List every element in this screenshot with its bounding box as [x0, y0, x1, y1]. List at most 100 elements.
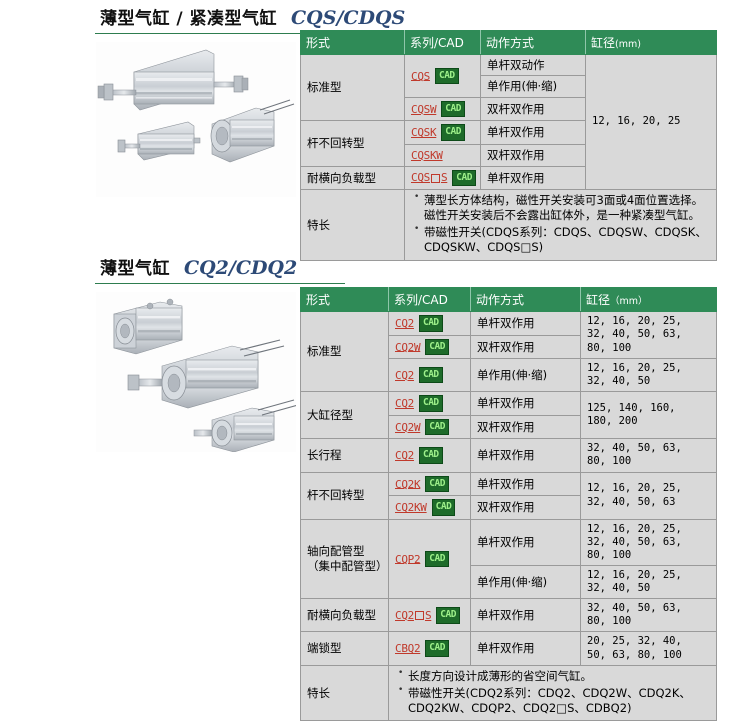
cell-form-lateral-load: 耐横向负载型 [300, 165, 405, 190]
cell-series-cq2: CQ2 CAD [388, 311, 471, 336]
spec-table-cqs: 形式 系列/CAD 动作方式 缸径(mm) 标准型 CQS CAD 单杆双动作 1… [300, 30, 717, 261]
cell-features: 长度方向设计成薄形的省空间气缸。 带磁性开关(CDQ2系列：CDQ2、CDQ2W… [388, 664, 717, 721]
series-link-cq2[interactable]: CQ2 [395, 449, 414, 462]
series-link-cq2[interactable]: CQ2 [395, 369, 414, 382]
cell-action: 单杆双作用 [470, 471, 581, 496]
feature-item: 带磁性开关(CDQ2系列：CDQ2、CDQ2W、CDQ2K、CDQ2KW、CDQ… [398, 685, 710, 716]
section-title-en-cq2: CQ2/CDQ2 [184, 257, 298, 279]
cell-bore-sizes: 20, 25, 32, 40, 50, 63, 80, 100 [580, 631, 717, 666]
cell-form-axial-piping: 轴向配管型 （集中配管型） [300, 518, 389, 600]
series-link-cqsw[interactable]: CQSW [411, 103, 437, 116]
cell-series-cq2-s: CQ2 S CAD [388, 598, 471, 633]
section-title-cq2: 薄型气缸 CQ2/CDQ2 [95, 254, 345, 284]
cad-badge[interactable]: CAD [425, 640, 449, 657]
cell-series-cq2k: CQ2K CAD [388, 471, 471, 496]
col-header-bore: 缸径（mm） [580, 287, 717, 312]
table-row: 标准型 CQS CAD 单杆双动作 12, 16, 20, 25 [300, 53, 717, 190]
cad-badge[interactable]: CAD [441, 124, 465, 141]
square-symbol-icon [414, 611, 424, 621]
cylinder-illustration-cqs [97, 49, 295, 163]
series-link-cq2[interactable]: CQ2 [395, 397, 414, 410]
cell-series-cq2-long: CQ2 CAD [388, 438, 471, 473]
table-header-row-cq2: 形式 系列/CAD 动作方式 缸径（mm） [300, 287, 717, 312]
series-link-cq2w[interactable]: CQ2W [395, 340, 421, 353]
cell-bore-sizes: 12, 16, 20, 25, 32, 40, 50, 63, 80, 100 [580, 311, 717, 359]
cell-series-cq2kw: CQ2KW CAD [388, 495, 471, 520]
cad-badge[interactable]: CAD [425, 475, 449, 492]
cell-form-long-stroke: 长行程 [300, 438, 389, 473]
cell-bore-sizes: 12, 16, 20, 25, 32, 40, 50 [580, 564, 717, 600]
col-header-action: 动作方式 [480, 30, 586, 55]
cell-bore-sizes: 12, 16, 20, 25, 32, 40, 50, 63 [580, 471, 717, 520]
cell-action: 单杆双作用 [480, 165, 586, 190]
cad-badge[interactable]: CAD [431, 499, 456, 516]
series-link-cbq2[interactable]: CBQ2 [395, 642, 421, 655]
cell-action: 双杆双作用 [470, 334, 581, 359]
cell-form-standard: 标准型 [300, 310, 389, 393]
cell-bore-sizes: 12, 16, 20, 25 [585, 54, 717, 190]
feature-item: 薄型长方体结构，磁性开关安装可3面或4面位置选择。磁性开关安装后不会露出缸体外，… [414, 192, 710, 223]
series-link-cq2w[interactable]: CQ2W [395, 421, 421, 434]
cell-action: 双杆双作用 [470, 414, 581, 440]
cad-badge[interactable]: CAD [452, 169, 476, 186]
cell-features: 薄型长方体结构，磁性开关安装可3面或4面位置选择。磁性开关安装后不会露出缸体外，… [404, 189, 717, 261]
cell-action: 单杆双作用 [470, 438, 581, 473]
cell-series-cqs-s: CQS S CAD [404, 165, 481, 190]
cell-series-cq2w: CQ2W CAD [388, 334, 471, 359]
table-row: 端锁型 CBQ2 CAD 单杆双作用 20, 25, 32, 40, 50, 63… [300, 631, 717, 666]
cell-action: 单作用(伸·缩) [480, 75, 586, 98]
series-link-cq2k[interactable]: CQ2K [395, 477, 421, 490]
cell-action: 单杆双作用 [470, 631, 581, 666]
cell-features-label: 特长 [300, 189, 405, 261]
series-link-cqs[interactable]: CQS [411, 69, 430, 82]
section-title-en-cqs: CQS/CDQS [291, 7, 406, 29]
series-link-cqskw[interactable]: CQSKW [411, 149, 443, 162]
cylinder-illustration-cq2 [113, 298, 296, 452]
cell-series-cq2-large: CQ2 CAD [388, 391, 471, 416]
cell-bore-sizes: 32, 40, 50, 63, 80, 100 [580, 438, 717, 473]
series-link-cqsk[interactable]: CQSK [411, 126, 437, 139]
cad-badge[interactable]: CAD [441, 100, 465, 118]
cell-series-cq2-single: CQ2 CAD [388, 357, 471, 393]
cell-action: 单杆双作用 [470, 518, 581, 566]
table-row: 长行程 CQ2 CAD 单杆双作用 32, 40, 50, 63, 80, 100 [300, 438, 717, 473]
cad-badge[interactable]: CAD [436, 607, 460, 624]
cell-form-end-lock: 端锁型 [300, 631, 389, 666]
series-link-cq2kw[interactable]: CQ2KW [395, 501, 427, 514]
series-link-cqs-s[interactable]: CQS S [411, 171, 448, 184]
table-row: 轴向配管型 （集中配管型） CQP2 CAD 单杆双作用 12, 16, 20, … [300, 518, 717, 600]
title-divider-cq2 [95, 283, 345, 284]
feature-item: 长度方向设计成薄形的省空间气缸。 [398, 668, 710, 684]
cad-badge[interactable]: CAD [425, 338, 449, 355]
cad-badge[interactable]: CAD [434, 67, 459, 85]
table-row-features: 特长 薄型长方体结构，磁性开关安装可3面或4面位置选择。磁性开关安装后不会露出缸… [300, 189, 717, 261]
cad-badge[interactable]: CAD [418, 395, 443, 412]
series-link-cq2-s[interactable]: CQ2 S [395, 609, 432, 622]
section-title-cn-cq2: 薄型气缸 [100, 259, 170, 279]
cad-badge[interactable]: CAD [425, 550, 449, 568]
cell-series-cqsw: CQSW CAD [404, 96, 481, 122]
series-link-cqp2[interactable]: CQP2 [395, 552, 421, 565]
cad-badge[interactable]: CAD [418, 366, 443, 384]
table-row-features: 特长 长度方向设计成薄形的省空间气缸。 带磁性开关(CDQ2系列：CDQ2、CD… [300, 664, 717, 721]
series-link-cq2[interactable]: CQ2 [395, 317, 414, 330]
table-row: 杆不回转型 CQ2K CAD 单杆双作用 12, 16, 20, 25, 32, … [300, 471, 717, 520]
cad-badge[interactable]: CAD [418, 315, 443, 332]
cell-action: 双杆双作用 [480, 143, 586, 167]
cell-form-large-bore: 大缸径型 [300, 391, 389, 440]
table-row: 耐横向负载型 CQ2 S CAD 单杆双作用 32, 40, 50, 63, 80,… [300, 598, 717, 633]
cell-series-cqsk: CQSK CAD [404, 120, 481, 145]
cell-series-cbq2: CBQ2 CAD [388, 631, 471, 666]
cell-action: 单作用(伸·缩) [470, 564, 581, 600]
product-photo-cqs [96, 42, 296, 197]
table-header-row-cqs: 形式 系列/CAD 动作方式 缸径(mm) [300, 30, 717, 55]
cell-series-cqp2: CQP2 CAD [388, 518, 471, 600]
cell-action: 单杆双作用 [470, 311, 581, 336]
cad-badge[interactable]: CAD [425, 418, 449, 436]
catalog-page: 薄型气缸 / 紧凑型气缸 CQS/CDQS 形式 系列/CAD 动作方式 缸径(… [0, 0, 744, 721]
cell-bore-sizes: 125, 140, 160, 180, 200 [580, 391, 717, 440]
cell-bore-sizes: 12, 16, 20, 25, 32, 40, 50, 63, 80, 100 [580, 518, 717, 566]
cell-bore-sizes: 12, 16, 20, 25, 32, 40, 50 [580, 357, 717, 393]
col-header-series-cad: 系列/CAD [388, 287, 471, 312]
cad-badge[interactable]: CAD [418, 447, 443, 464]
